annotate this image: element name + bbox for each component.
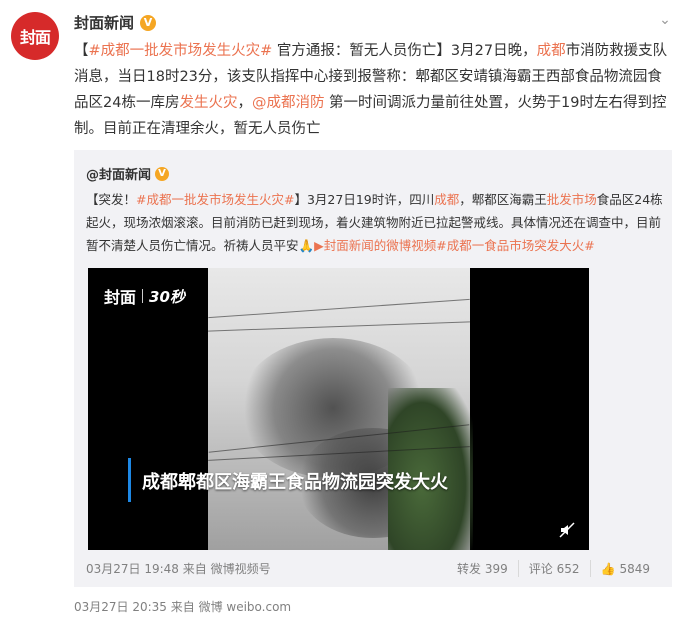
- video-link-icon[interactable]: ▶: [314, 238, 324, 253]
- topic-link[interactable]: #成都一批发市场发生火灾#: [89, 43, 273, 59]
- brand-divider: [142, 289, 144, 303]
- post-body: 【#成都一批发市场发生火灾# 官方通报：暂无人员伤亡】3月27日晚，成都市消防救…: [74, 38, 674, 142]
- like-count: 5849: [619, 561, 650, 576]
- verified-icon: V: [155, 166, 170, 181]
- retweet-text-segment: ，郫都区海霸王: [459, 192, 547, 207]
- topic-link[interactable]: #成都一批发市场发生火灾#: [136, 192, 294, 207]
- post-text-segment: 【: [74, 43, 89, 59]
- keyword-link[interactable]: 发生火灾: [179, 95, 237, 111]
- avatar[interactable]: 封面: [11, 12, 59, 60]
- topic-link[interactable]: #成都一食品市场突发大火#: [436, 238, 594, 253]
- retweet-text-segment: 【突发！: [86, 192, 137, 207]
- retweet-author[interactable]: @封面新闻: [86, 164, 151, 183]
- video-link[interactable]: 封面新闻的微博视频: [324, 238, 437, 253]
- thumb-up-icon: 👍: [600, 561, 616, 576]
- avatar-label: 封面: [19, 28, 51, 47]
- video-brand: 封面 30秒: [104, 284, 185, 308]
- retweet-meta: 03月27日 19:48 来自 微博视频号: [86, 562, 271, 576]
- video-caption: 成都郫都区海霸王食品物流园突发大火: [142, 472, 448, 493]
- retweet-stats: 转发 399 评论 652 👍 5849: [447, 560, 660, 577]
- video-brand-label: 封面: [104, 288, 137, 307]
- post-header: 封面新闻 V: [74, 12, 157, 33]
- comment-button[interactable]: 评论 652: [517, 560, 590, 577]
- post-text-segment: ，: [237, 95, 252, 111]
- pray-icon: 🙏: [298, 238, 315, 253]
- verified-icon: V: [140, 14, 157, 31]
- retweet-text-segment: 】3月27日19时许，四川: [294, 192, 435, 207]
- retweet-author-row: @封面新闻 V: [86, 164, 170, 183]
- retweet-footer: 03月27日 19:48 来自 微博视频号 转发 399 评论 652 👍 584…: [86, 560, 660, 577]
- repost-button[interactable]: 转发 399: [447, 560, 518, 577]
- like-button[interactable]: 👍 5849: [589, 560, 661, 577]
- mention-link[interactable]: @成都消防: [252, 95, 325, 111]
- keyword-link[interactable]: 成都: [434, 192, 459, 207]
- video-brand-sub: 30秒: [149, 287, 185, 306]
- keyword-link[interactable]: 成都: [537, 43, 566, 59]
- retweet-card: @封面新闻 V 【突发！#成都一批发市场发生火灾#】3月27日19时许，四川成都…: [74, 150, 672, 587]
- post-text-segment: 官方通报：暂无人员伤亡】3月27日晚，: [272, 43, 537, 59]
- caption-accent: [128, 458, 131, 502]
- mute-icon[interactable]: [559, 522, 575, 538]
- post-footer: 03月27日 20:35 来自 微博 weibo.com: [74, 600, 292, 614]
- author-name[interactable]: 封面新闻: [74, 12, 134, 33]
- chevron-down-icon[interactable]: ⌄: [657, 13, 673, 27]
- video-player[interactable]: 封面 30秒 成都郫都区海霸王食品物流园突发大火: [88, 268, 589, 550]
- retweet-body: 【突发！#成都一批发市场发生火灾#】3月27日19时许，四川成都，郫都区海霸王批…: [86, 188, 666, 257]
- keyword-link[interactable]: 批发市场: [547, 192, 597, 207]
